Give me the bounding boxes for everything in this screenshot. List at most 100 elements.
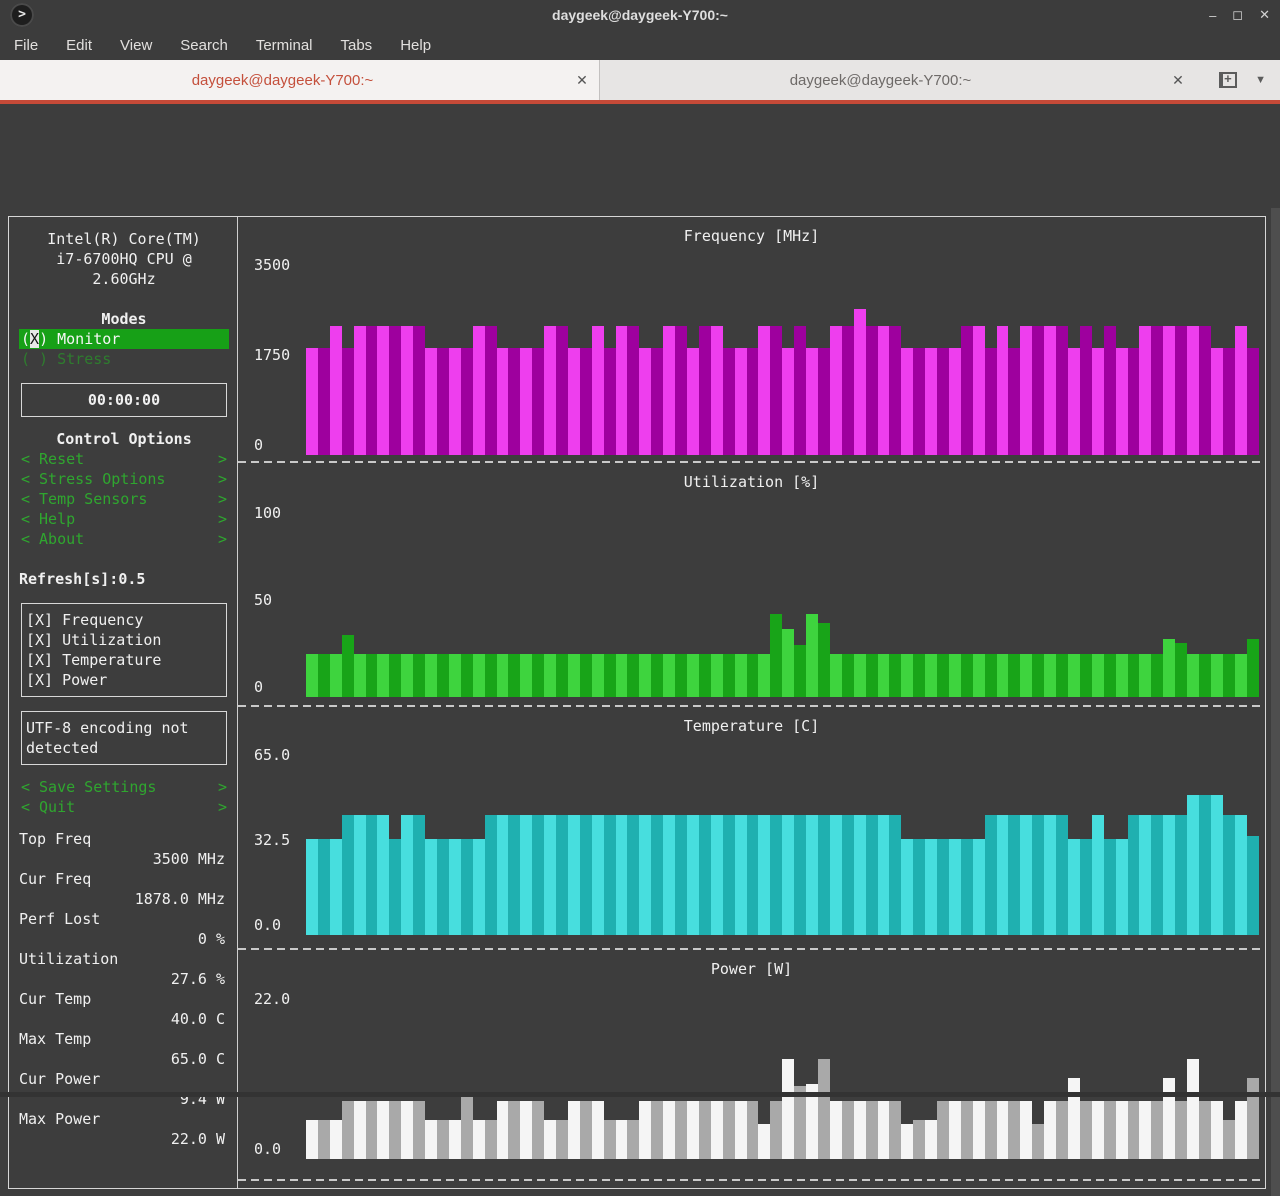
- bar: [484, 326, 497, 455]
- graph-toggle[interactable]: [X] Utilization: [26, 630, 222, 650]
- option-about[interactable]: < About >: [19, 529, 229, 549]
- menu-item-help[interactable]: Help: [400, 37, 431, 54]
- bar: [770, 326, 783, 455]
- y-tick: 0.0: [254, 1140, 282, 1158]
- menu-item-search[interactable]: Search: [180, 37, 228, 54]
- stat-label: Cur Freq: [19, 870, 92, 888]
- option-label: Stress Options: [39, 470, 166, 488]
- bar: [627, 326, 640, 455]
- bar: [710, 654, 723, 697]
- graph-toggle[interactable]: [X] Temperature: [26, 650, 222, 670]
- tab-inactive[interactable]: daygeek@daygeek-Y700:~ ✕: [600, 60, 1195, 100]
- bar: [1056, 326, 1068, 455]
- bar: [567, 815, 580, 935]
- maximize-icon[interactable]: ◻: [1232, 7, 1243, 23]
- bar: [1163, 815, 1176, 935]
- option-label: Temp Sensors: [39, 490, 148, 508]
- refresh-rate: Refresh[s]:0.5: [19, 570, 146, 588]
- stat-value: 22.0 W: [170, 1130, 225, 1148]
- bar: [710, 815, 723, 935]
- menu-item-view[interactable]: View: [120, 37, 152, 54]
- bar: [436, 654, 449, 697]
- bracket-right: >: [217, 490, 227, 508]
- tab-active[interactable]: daygeek@daygeek-Y700:~ ✕: [0, 60, 600, 100]
- terminal-viewport[interactable]: Intel(R) Core(TM) i7-6700HQ CPU @ 2.60GH…: [0, 104, 1280, 1196]
- bar: [1198, 654, 1211, 697]
- bar: [1163, 1077, 1176, 1159]
- bar: [353, 326, 366, 455]
- bar: [794, 815, 807, 935]
- menu-item-terminal[interactable]: Terminal: [256, 37, 313, 54]
- y-tick: 0: [254, 678, 264, 696]
- bar: [663, 815, 676, 935]
- option-help[interactable]: < Help >: [19, 509, 229, 529]
- bar: [1187, 794, 1199, 935]
- bar: [901, 347, 914, 455]
- bar: [1091, 347, 1104, 455]
- bar: [734, 654, 747, 697]
- close-icon[interactable]: ✕: [1259, 7, 1270, 23]
- bar: [436, 838, 449, 935]
- menu-item-edit[interactable]: Edit: [66, 37, 92, 54]
- minimize-icon[interactable]: –: [1209, 8, 1216, 23]
- bar: [579, 654, 592, 697]
- action-quit[interactable]: < Quit >: [19, 797, 229, 817]
- radio-monitor[interactable]: (X) Monitor: [19, 329, 229, 349]
- y-tick: 50: [254, 591, 273, 609]
- graph-toggle[interactable]: [X] Frequency: [26, 610, 222, 630]
- action-save-settings[interactable]: < Save Settings >: [19, 777, 229, 797]
- bar: [317, 1120, 330, 1159]
- y-tick: 0.0: [254, 916, 282, 934]
- actions-list: < Save Settings > < Quit >: [19, 777, 229, 817]
- bar: [317, 838, 330, 935]
- bar: [1079, 654, 1092, 697]
- tab-close-icon[interactable]: ✕: [1161, 72, 1195, 89]
- bar: [389, 654, 402, 697]
- bar: [687, 815, 699, 935]
- bar: [722, 1101, 735, 1159]
- bar: [806, 347, 818, 455]
- y-tick: 32.5: [254, 831, 291, 849]
- bar: [1068, 347, 1080, 455]
- bar: [317, 654, 330, 697]
- bar: [389, 838, 402, 935]
- bar: [556, 326, 568, 455]
- bar: [794, 326, 807, 455]
- bar: [448, 1120, 461, 1159]
- bar: [1008, 815, 1021, 935]
- bar: [579, 1101, 592, 1159]
- option-label: Reset: [39, 450, 85, 468]
- bar: [1234, 326, 1247, 455]
- terminal-scrollbar[interactable]: [1271, 208, 1280, 1196]
- option-stress-options[interactable]: < Stress Options >: [19, 469, 229, 489]
- bar: [1151, 326, 1164, 455]
- bar: [389, 326, 402, 455]
- menu-item-tabs[interactable]: Tabs: [341, 37, 373, 54]
- bar: [496, 347, 509, 455]
- bar: [1044, 654, 1057, 697]
- bar: [972, 654, 985, 697]
- bar: [1020, 654, 1033, 697]
- bar: [972, 1101, 985, 1159]
- bar: [960, 326, 973, 455]
- new-tab-icon[interactable]: [1219, 71, 1238, 88]
- bar: [460, 1097, 473, 1159]
- bar: [579, 347, 592, 455]
- bar: [841, 1101, 854, 1159]
- bar: [734, 1101, 747, 1159]
- bar: [520, 654, 533, 697]
- tab-menu-chevron-down-icon[interactable]: ▼: [1255, 74, 1266, 86]
- tab-close-icon[interactable]: ✕: [565, 72, 599, 89]
- chart-temperature: Temperature [C] 65.0 32.5 0.0: [238, 707, 1265, 950]
- option-reset[interactable]: < Reset >: [19, 449, 229, 469]
- bar: [377, 1101, 390, 1159]
- stat-value: 0 %: [197, 930, 225, 948]
- window-title: daygeek@daygeek-Y700:~: [552, 7, 728, 23]
- menu-item-file[interactable]: File: [14, 37, 38, 54]
- radio-stress[interactable]: ( ) Stress: [19, 349, 229, 369]
- bar: [532, 654, 545, 697]
- bar: [1044, 326, 1057, 455]
- bar: [698, 1101, 711, 1159]
- graph-toggle[interactable]: [X] Power: [26, 670, 222, 690]
- option-temp-sensors[interactable]: < Temp Sensors >: [19, 489, 229, 509]
